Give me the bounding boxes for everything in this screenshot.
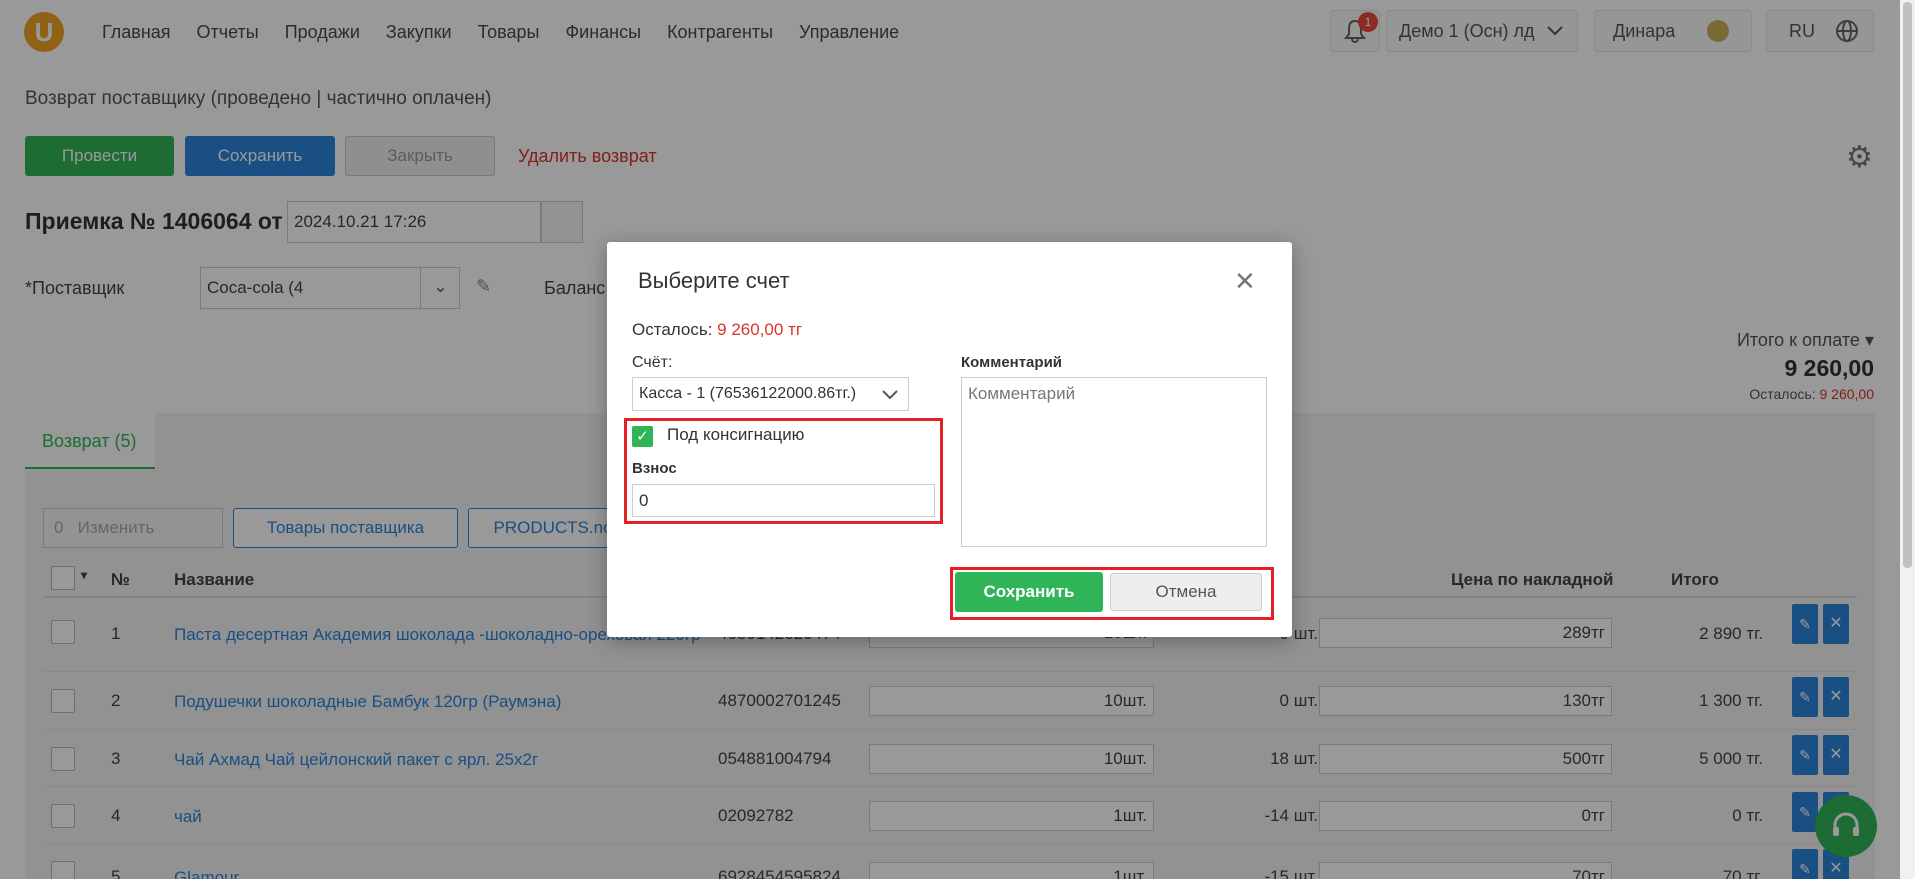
account-label: Счёт: [632,354,673,371]
remaining-label: Осталось: [632,320,713,339]
consignment-checkbox[interactable]: ✓ [632,426,653,447]
account-select[interactable]: Касса - 1 (76536122000.86тг.) [632,377,909,411]
select-account-modal: Выберите счет ✕ Осталось: 9 260,00 тг Сч… [607,242,1292,637]
contribution-label: Взнос [632,460,677,477]
consignment-label[interactable]: Под консигнацию [667,425,804,445]
modal-save-button[interactable]: Сохранить [955,572,1103,612]
comment-label: Комментарий [961,354,1063,371]
scrollbar-thumb[interactable] [1903,2,1912,568]
modal-cancel-button[interactable]: Отмена [1110,573,1262,611]
modal-remaining: Осталось: 9 260,00 тг [632,320,802,340]
close-icon[interactable]: ✕ [1234,266,1256,297]
comment-textarea[interactable]: Комментарий [961,377,1267,547]
chevron-down-icon [882,390,898,400]
modal-title: Выберите счет [638,268,790,293]
remaining-value: 9 260,00 тг [717,320,803,339]
contribution-input[interactable]: 0 [632,484,935,517]
account-value: Касса - 1 (76536122000.86тг.) [639,385,857,402]
